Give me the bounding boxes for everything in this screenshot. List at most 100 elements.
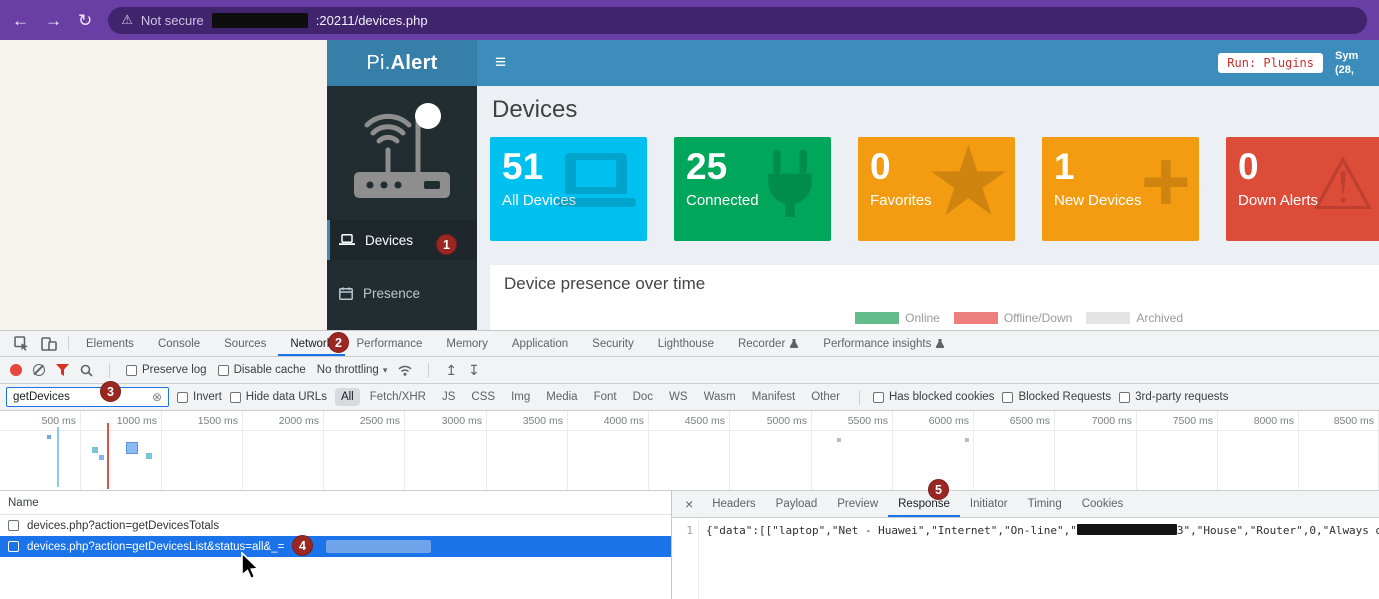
clear-filter-icon[interactable]: ⊗	[152, 390, 162, 404]
detail-tab-headers[interactable]: Headers	[702, 491, 765, 517]
response-viewer[interactable]: 1 {"data":[["laptop","Net - Huawei","Int…	[672, 518, 1379, 599]
filter-pill-img[interactable]: Img	[505, 388, 536, 406]
tab-memory[interactable]: Memory	[434, 331, 500, 356]
detail-tab-initiator[interactable]: Initiator	[960, 491, 1018, 517]
tab-elements[interactable]: Elements	[74, 331, 146, 356]
checkbox[interactable]	[873, 392, 884, 403]
filter-pill-ws[interactable]: WS	[663, 388, 694, 406]
third-party-requests-checkbox[interactable]: 3rd-party requests	[1119, 391, 1228, 403]
checkbox[interactable]	[1002, 392, 1013, 403]
filter-pill-wasm[interactable]: Wasm	[698, 388, 742, 406]
timeline-label: 8500 ms	[1334, 415, 1374, 427]
checkbox[interactable]	[177, 392, 188, 403]
filter-input-value: getDevices	[13, 391, 148, 403]
checkbox[interactable]	[126, 365, 137, 376]
card-favorites[interactable]: 0 Favorites ★	[858, 137, 1015, 241]
timeline-label: 1500 ms	[198, 415, 238, 427]
record-button[interactable]	[10, 364, 22, 376]
throttling-select[interactable]: No throttling▾	[317, 364, 388, 376]
detail-tab-payload[interactable]: Payload	[766, 491, 828, 517]
tab-performance[interactable]: Performance	[345, 331, 435, 356]
close-icon[interactable]: ×	[676, 496, 702, 512]
device-toolbar-icon[interactable]	[35, 337, 63, 351]
back-icon[interactable]: ←	[12, 12, 29, 29]
chart-legend: Online Offline/Down Archived	[855, 311, 1183, 325]
checkbox[interactable]	[1119, 392, 1130, 403]
request-row[interactable]: devices.php?action=getDevicesTotals	[0, 515, 671, 536]
card-all-devices[interactable]: 51 All Devices	[490, 137, 647, 241]
filter-input[interactable]: getDevices ⊗	[6, 387, 169, 407]
detail-tab-response[interactable]: Response	[888, 491, 960, 517]
timeline-label: 7000 ms	[1092, 415, 1132, 427]
network-conditions-icon[interactable]	[398, 365, 412, 376]
filter-pill-other[interactable]: Other	[805, 388, 846, 406]
network-timeline-overview[interactable]: 500 ms 1000 ms 1500 ms 2000 ms 2500 ms 3…	[0, 411, 1379, 491]
detail-tab-preview[interactable]: Preview	[827, 491, 888, 517]
redacted-host	[212, 13, 308, 28]
address-bar[interactable]: ⚠ Not secure :20211/devices.php	[108, 7, 1367, 34]
export-har-icon[interactable]: ↧	[468, 363, 480, 377]
preserve-log-checkbox[interactable]: Preserve log	[126, 364, 207, 376]
filter-pill-font[interactable]: Font	[588, 388, 623, 406]
invert-checkbox[interactable]: Invert	[177, 391, 222, 403]
not-secure-warning-icon[interactable]: ⚠	[121, 12, 133, 28]
reload-icon[interactable]: ↻	[78, 12, 92, 29]
tab-security[interactable]: Security	[580, 331, 646, 356]
disable-cache-checkbox[interactable]: Disable cache	[218, 364, 306, 376]
sidebar-item-presence[interactable]: Presence	[327, 273, 477, 313]
card-new-devices[interactable]: 1 New Devices +	[1042, 137, 1199, 241]
checkbox-label: Hide data URLs	[246, 391, 327, 403]
annotation-badge-5: 5	[928, 479, 949, 500]
filter-pill-all[interactable]: All	[335, 388, 360, 406]
tab-recorder[interactable]: Recorder	[726, 331, 811, 356]
checkbox[interactable]	[218, 365, 229, 376]
tab-performance-insights[interactable]: Performance insights	[811, 331, 957, 356]
checkbox[interactable]	[230, 392, 241, 403]
search-icon[interactable]	[80, 364, 93, 377]
tab-application[interactable]: Application	[500, 331, 580, 356]
clear-icon[interactable]	[33, 364, 45, 376]
hamburger-menu-icon[interactable]: ≡	[495, 52, 506, 74]
forward-icon[interactable]: →	[45, 12, 62, 29]
throttling-value: No throttling	[317, 364, 379, 376]
app-topbar: ≡ Run: Plugins Sym (28,	[477, 40, 1379, 86]
divider	[109, 363, 110, 378]
filter-pill-manifest[interactable]: Manifest	[746, 388, 801, 406]
page-viewport: Pi.Alert ≡ Run: Plugins Sym (28,	[0, 40, 1379, 330]
filter-pill-doc[interactable]: Doc	[627, 388, 659, 406]
timeline-label: 4500 ms	[685, 415, 725, 427]
run-plugins-button[interactable]: Run: Plugins	[1218, 53, 1323, 73]
blocked-requests-checkbox[interactable]: Blocked Requests	[1002, 391, 1111, 403]
experiment-flask-icon	[789, 338, 799, 349]
card-down-alerts[interactable]: 0 Down Alerts ⚠	[1226, 137, 1379, 241]
inspect-element-icon[interactable]	[8, 336, 35, 351]
checkbox-label: Invert	[193, 391, 222, 403]
import-har-icon[interactable]: ↥	[445, 363, 457, 377]
timeline-label: 2000 ms	[279, 415, 319, 427]
laptop-icon	[339, 234, 355, 246]
screen: ← → ↻ ⚠ Not secure :20211/devices.php Pi…	[0, 0, 1379, 599]
request-checkbox[interactable]	[8, 520, 19, 531]
tab-console[interactable]: Console	[146, 331, 212, 356]
filter-pill-js[interactable]: JS	[436, 388, 461, 406]
timeline-mark	[965, 438, 969, 442]
request-row-selected[interactable]: devices.php?action=getDevicesList&status…	[0, 536, 671, 557]
filter-pill-fetch-xhr[interactable]: Fetch/XHR	[364, 388, 432, 406]
detail-tab-timing[interactable]: Timing	[1018, 491, 1072, 517]
request-list-header[interactable]: Name	[0, 491, 671, 515]
app-logo[interactable]: Pi.Alert	[327, 40, 477, 86]
tab-sources[interactable]: Sources	[212, 331, 278, 356]
hide-data-urls-checkbox[interactable]: Hide data URLs	[230, 391, 327, 403]
plug-icon	[757, 147, 823, 221]
timeline-column: 3000 ms	[405, 411, 487, 490]
filter-pill-media[interactable]: Media	[540, 388, 583, 406]
timeline-dcl-marker	[57, 427, 59, 487]
detail-tab-cookies[interactable]: Cookies	[1072, 491, 1134, 517]
tab-lighthouse[interactable]: Lighthouse	[646, 331, 726, 356]
request-checkbox[interactable]	[8, 541, 19, 552]
timeline-mark	[837, 438, 841, 442]
card-connected[interactable]: 25 Connected	[674, 137, 831, 241]
filter-pill-css[interactable]: CSS	[465, 388, 501, 406]
filter-icon[interactable]	[56, 364, 69, 376]
has-blocked-cookies-checkbox[interactable]: Has blocked cookies	[873, 391, 994, 403]
